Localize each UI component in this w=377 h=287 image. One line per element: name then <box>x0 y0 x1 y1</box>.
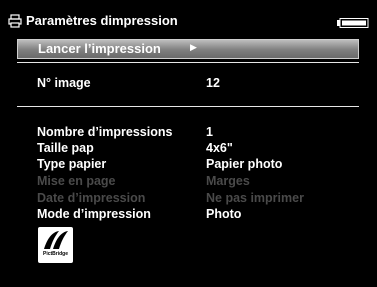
setting-value: Marges <box>206 174 250 188</box>
setting-label: Date d’impression <box>37 191 146 205</box>
pictbridge-logo: PictBridge <box>38 227 73 263</box>
setting-value: Ne pas imprimer <box>206 191 304 205</box>
start-print-menu-item[interactable]: Lancer l’impression ▶ <box>17 39 359 59</box>
setting-row-paper-type[interactable]: Type papier Papier photo <box>37 157 357 173</box>
setting-label: Mode d’impression <box>37 207 151 221</box>
divider <box>17 62 359 63</box>
setting-row-copies[interactable]: Nombre d’impressions 1 <box>37 125 357 141</box>
start-print-label: Lancer l’impression <box>38 41 161 56</box>
setting-label: Type papier <box>37 157 107 171</box>
image-number-row: N° image 12 <box>37 76 357 92</box>
image-number-label: N° image <box>37 76 91 90</box>
printer-icon <box>8 14 22 28</box>
setting-value: 4x6" <box>206 141 233 155</box>
battery-icon <box>337 18 369 28</box>
arrow-right-icon: ▶ <box>190 42 197 52</box>
setting-label: Mise en page <box>37 174 116 188</box>
header: Paramètres dimpression <box>0 0 377 40</box>
setting-value: Photo <box>206 207 242 221</box>
pictbridge-icon <box>44 231 68 249</box>
setting-value: Papier photo <box>206 157 283 171</box>
camera-screen: Paramètres dimpression Lancer l’impressi… <box>0 0 377 287</box>
pictbridge-logo-text: PictBridge <box>42 251 68 257</box>
setting-label: Nombre d’impressions <box>37 125 173 139</box>
setting-row-paper-size[interactable]: Taille pap 4x6" <box>37 141 357 157</box>
page-title: Paramètres dimpression <box>26 13 178 28</box>
setting-row-print-mode[interactable]: Mode d’impression Photo <box>37 207 357 223</box>
setting-row-layout: Mise en page Marges <box>37 174 357 190</box>
setting-row-date-print: Date d’impression Ne pas imprimer <box>37 191 357 207</box>
image-number-value: 12 <box>206 76 220 90</box>
setting-label: Taille pap <box>37 141 94 155</box>
setting-value: 1 <box>206 125 213 139</box>
divider <box>17 106 359 107</box>
